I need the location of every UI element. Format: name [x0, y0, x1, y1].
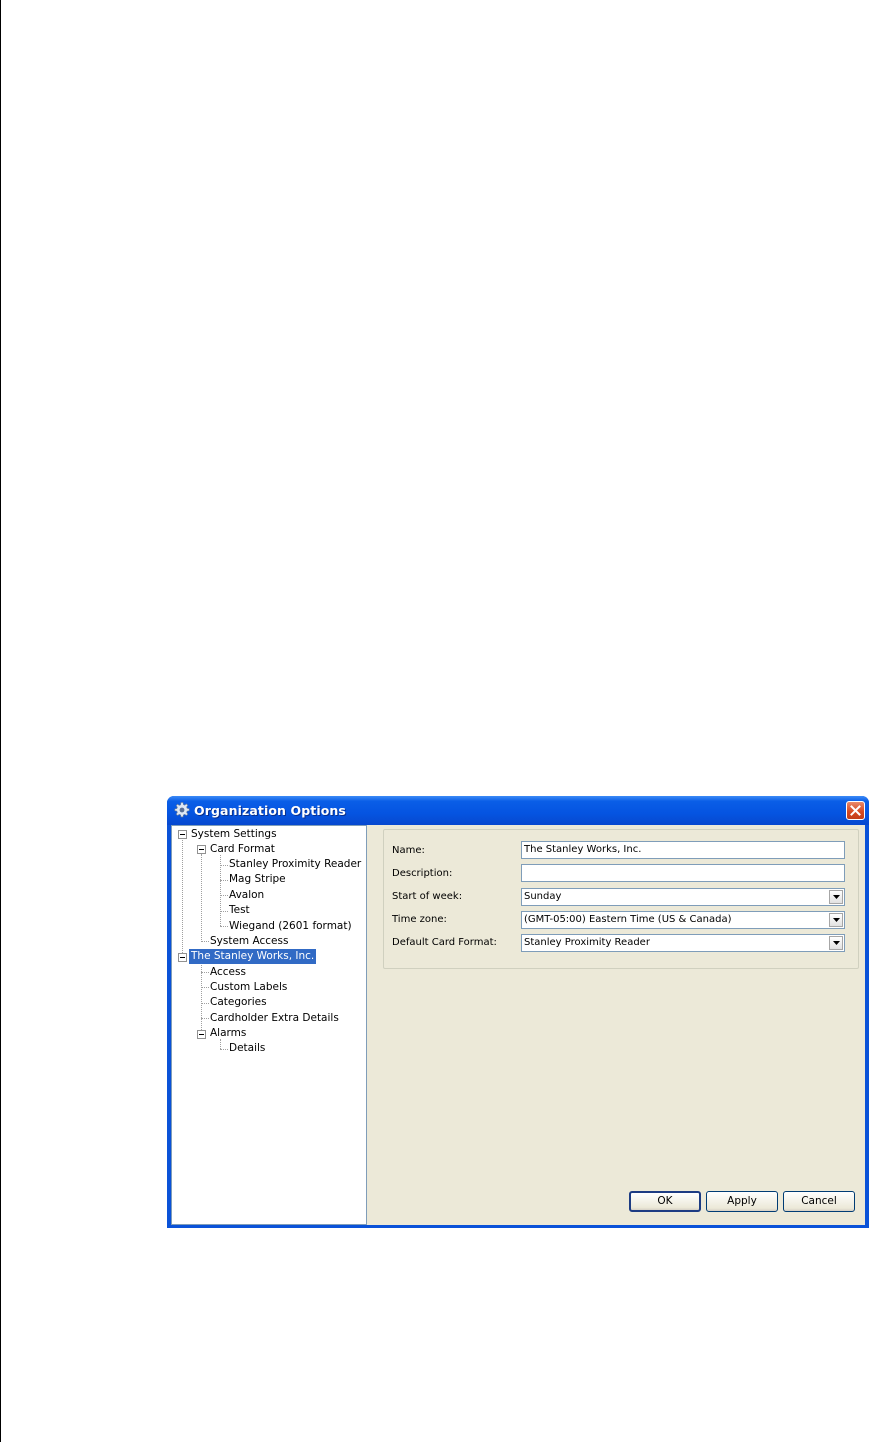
tree-item-access[interactable]: Access: [208, 965, 248, 980]
name-input[interactable]: The Stanley Works, Inc.: [521, 841, 845, 859]
default-card-format-select[interactable]: Stanley Proximity Reader: [521, 934, 845, 952]
description-input[interactable]: [521, 864, 845, 882]
dropdown-arrow-icon[interactable]: [829, 936, 843, 950]
collapse-toggle-system-settings[interactable]: [178, 830, 187, 839]
start-of-week-select[interactable]: Sunday: [521, 888, 845, 906]
apply-button[interactable]: Apply: [706, 1191, 778, 1212]
tree-item-avalon[interactable]: Avalon: [227, 888, 266, 903]
tree-item-cardholder-extra-details[interactable]: Cardholder Extra Details: [208, 1011, 341, 1026]
dialog-client-area: System Settings Card Format Stanley Prox…: [171, 825, 865, 1225]
name-label: Name:: [392, 845, 425, 856]
time-zone-value: (GMT-05:00) Eastern Time (US & Canada): [524, 914, 732, 925]
tree-item-details[interactable]: Details: [227, 1041, 267, 1056]
start-of-week-value: Sunday: [524, 891, 562, 902]
dropdown-arrow-icon[interactable]: [829, 913, 843, 927]
tree-item-mag-stripe[interactable]: Mag Stripe: [227, 872, 288, 887]
settings-tree[interactable]: System Settings Card Format Stanley Prox…: [171, 825, 367, 1225]
start-of-week-label: Start of week:: [392, 891, 463, 902]
tree-item-stanley-proximity-reader[interactable]: Stanley Proximity Reader: [227, 857, 363, 872]
dropdown-arrow-icon[interactable]: [829, 890, 843, 904]
default-card-format-label: Default Card Format:: [392, 937, 497, 948]
time-zone-label: Time zone:: [392, 914, 447, 925]
gear-icon: [174, 802, 190, 818]
tree-item-alarms[interactable]: Alarms: [208, 1026, 248, 1041]
collapse-toggle-organization[interactable]: [178, 953, 187, 962]
organization-options-dialog: Organization Options System Settings Car…: [167, 796, 869, 1228]
default-card-format-value: Stanley Proximity Reader: [524, 937, 650, 948]
collapse-toggle-card-format[interactable]: [197, 845, 206, 854]
time-zone-select[interactable]: (GMT-05:00) Eastern Time (US & Canada): [521, 911, 845, 929]
dialog-title: Organization Options: [194, 803, 346, 818]
description-label: Description:: [392, 868, 453, 879]
close-button[interactable]: [846, 801, 865, 820]
tree-line: [201, 854, 202, 942]
tree-line: [182, 835, 183, 957]
collapse-toggle-alarms[interactable]: [197, 1030, 206, 1039]
ok-button[interactable]: OK: [629, 1191, 701, 1212]
tree-item-card-format[interactable]: Card Format: [208, 842, 277, 857]
page-edge-line: [0, 0, 1, 1442]
tree-item-test[interactable]: Test: [227, 903, 252, 918]
close-icon: [850, 805, 861, 816]
tree-item-categories[interactable]: Categories: [208, 995, 269, 1010]
title-bar[interactable]: Organization Options: [167, 796, 869, 825]
tree-item-custom-labels[interactable]: Custom Labels: [208, 980, 289, 995]
tree-item-system-settings[interactable]: System Settings: [189, 827, 279, 842]
cancel-button[interactable]: Cancel: [783, 1191, 855, 1212]
organization-properties-group: Name: The Stanley Works, Inc. Descriptio…: [383, 829, 859, 969]
tree-item-system-access[interactable]: System Access: [208, 934, 290, 949]
tree-item-the-stanley-works[interactable]: The Stanley Works, Inc.: [189, 949, 317, 964]
tree-item-wiegand[interactable]: Wiegand (2601 format): [227, 919, 354, 934]
